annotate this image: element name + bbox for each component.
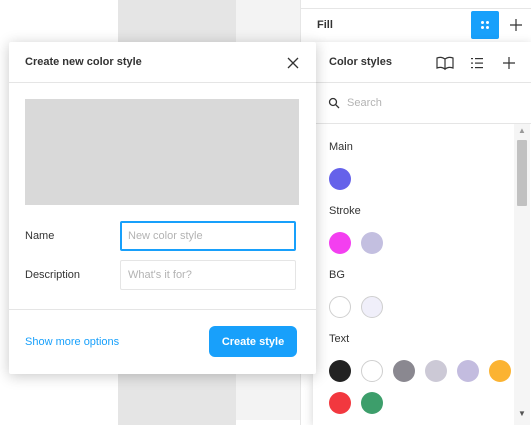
group-label-stroke: Stroke <box>329 205 361 217</box>
add-fill-button[interactable] <box>505 11 527 39</box>
description-field[interactable] <box>120 260 296 290</box>
dialog-footer-divider <box>9 309 316 310</box>
scrollbar[interactable]: ▲ ▼ <box>514 124 530 425</box>
plus-icon <box>503 57 515 69</box>
swatch[interactable] <box>425 360 447 382</box>
color-styles-header: Color styles <box>313 42 531 83</box>
swatch[interactable] <box>329 392 351 414</box>
list-view-button[interactable] <box>466 52 488 74</box>
swatch[interactable] <box>361 360 383 382</box>
swatch[interactable] <box>329 296 351 318</box>
name-label: Name <box>25 230 55 242</box>
list-view-icon <box>471 58 483 69</box>
scrollbar-thumb[interactable] <box>517 140 527 206</box>
search-bar <box>313 83 531 124</box>
swatch[interactable] <box>489 360 511 382</box>
create-style-button[interactable]: Create style <box>209 326 297 357</box>
search-icon <box>328 97 340 109</box>
fill-divider <box>301 8 531 9</box>
color-preview[interactable] <box>25 99 299 205</box>
dialog-title: Create new color style <box>25 56 142 68</box>
fill-label: Fill <box>317 19 333 31</box>
group-label-text: Text <box>329 333 350 345</box>
show-more-options-link[interactable]: Show more options <box>25 336 119 348</box>
library-book-icon <box>436 56 454 71</box>
swatch[interactable] <box>329 232 351 254</box>
style-picker-button[interactable] <box>471 11 499 39</box>
plus-icon <box>510 19 522 31</box>
close-icon <box>287 57 299 69</box>
search-input[interactable] <box>347 95 497 111</box>
swatch[interactable] <box>329 168 351 190</box>
name-field[interactable] <box>120 221 296 251</box>
swatch[interactable] <box>361 232 383 254</box>
create-color-style-dialog: Create new color style Name Description … <box>9 42 316 374</box>
group-label-main: Main <box>329 141 353 153</box>
swatch[interactable] <box>361 296 383 318</box>
description-label: Description <box>25 269 81 281</box>
swatch[interactable] <box>457 360 479 382</box>
color-styles-title: Color styles <box>329 56 392 68</box>
scroll-down-arrow-icon[interactable]: ▼ <box>518 409 526 418</box>
swatch[interactable] <box>329 360 351 382</box>
dialog-header: Create new color style <box>9 42 316 83</box>
library-button[interactable] <box>434 52 456 74</box>
add-style-button[interactable] <box>498 52 520 74</box>
swatch[interactable] <box>361 392 383 414</box>
color-styles-panel: Color styles Main Stroke <box>313 42 531 425</box>
close-button[interactable] <box>283 53 303 73</box>
scroll-up-arrow-icon[interactable]: ▲ <box>518 126 526 135</box>
group-label-bg: BG <box>329 269 345 281</box>
swatch[interactable] <box>393 360 415 382</box>
